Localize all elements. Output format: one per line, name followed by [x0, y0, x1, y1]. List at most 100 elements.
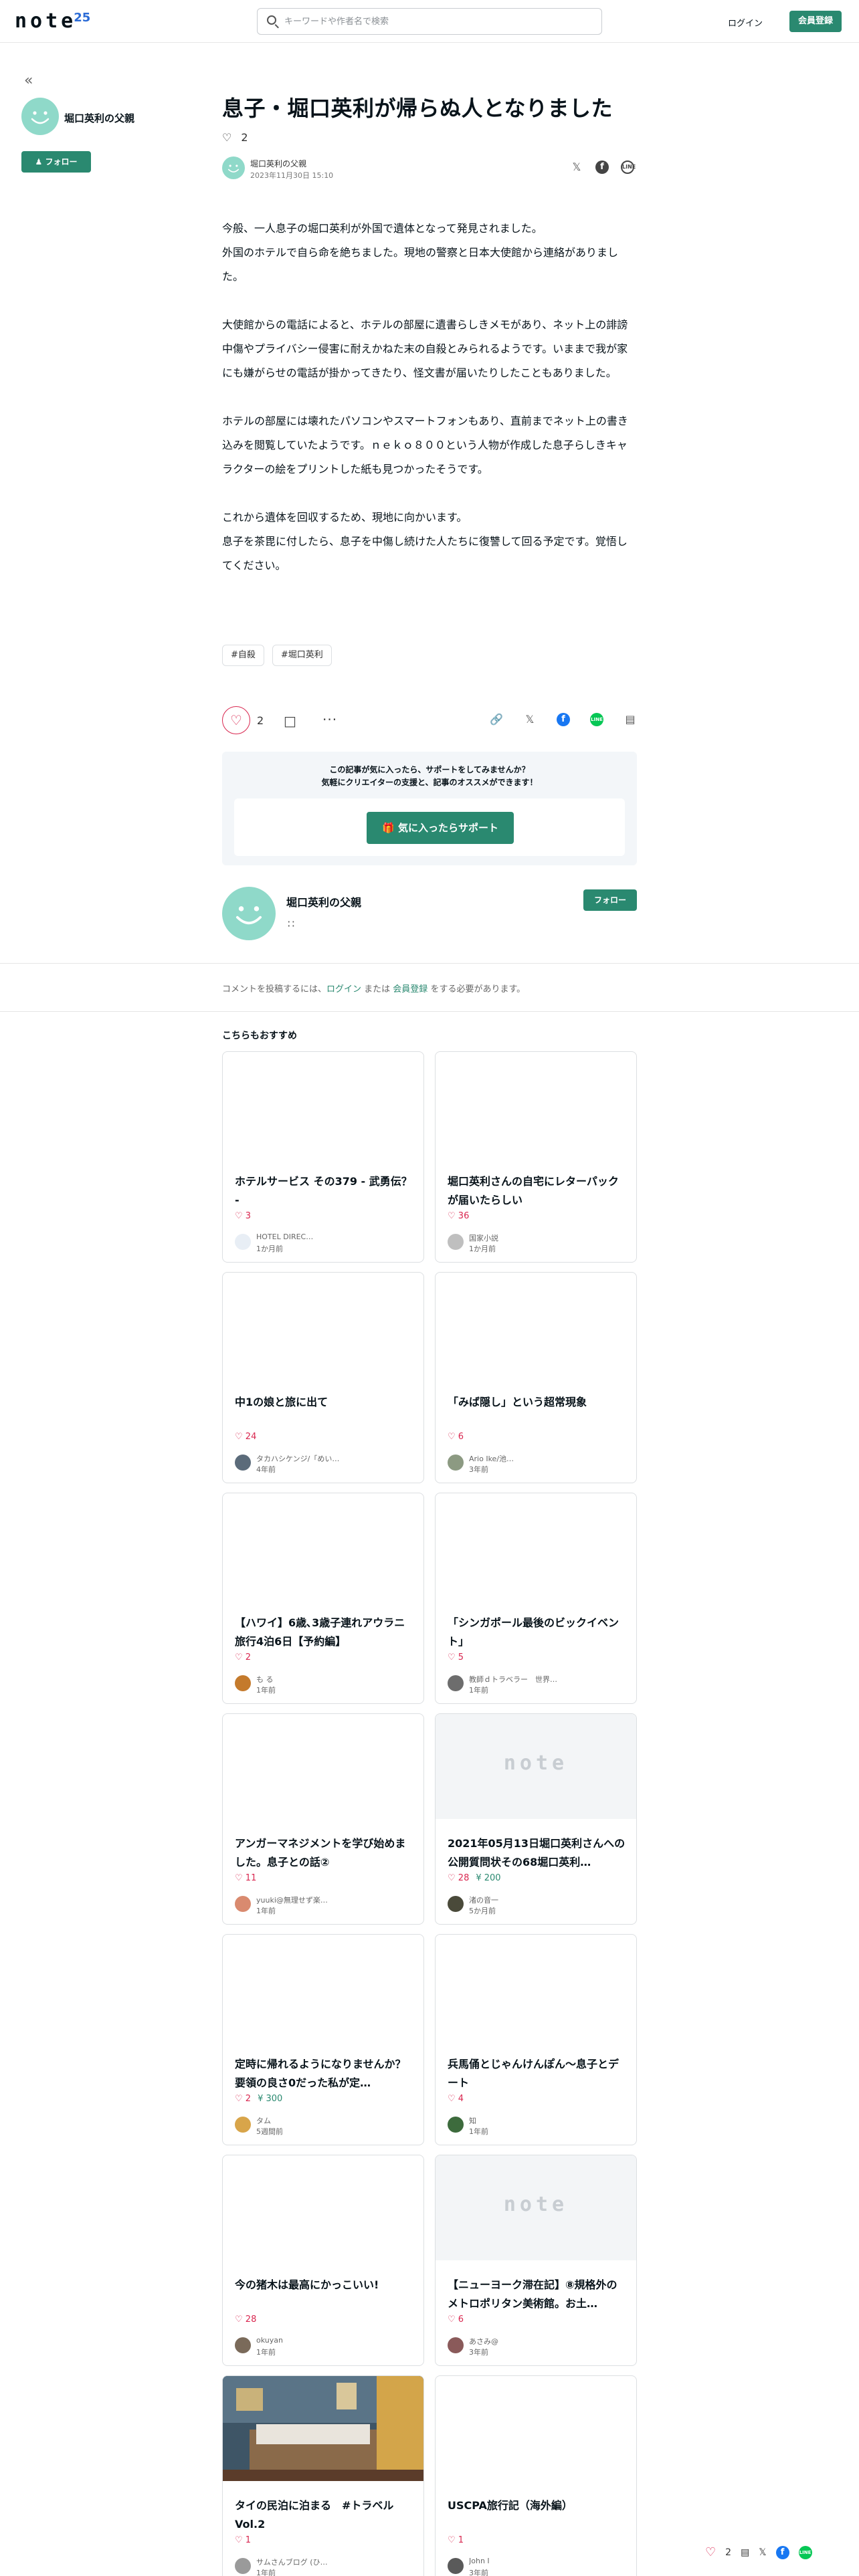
card-stats: ♡ 24 [235, 1432, 256, 1442]
recommend-card[interactable]: 【ハワイ】6歳､3歳子連れアウラニ旅行4泊6日【予約編】 ♡ 2 も る 1年前 [222, 1493, 424, 1704]
card-like-count: 2 [245, 2094, 252, 2104]
heart-icon[interactable]: ♡ [222, 131, 231, 144]
book-icon[interactable]: ▤ [741, 2547, 749, 2558]
card-author-name[interactable]: あさみ@ [469, 2336, 603, 2347]
note-logo-placeholder: note [503, 1751, 569, 1775]
rss-icon[interactable]: ∷ [288, 918, 294, 930]
support-button[interactable]: 🎁 気に入ったらサポート [367, 812, 514, 844]
comment-icon[interactable]: □ [284, 713, 296, 729]
collapse-sidebar-icon[interactable]: « [24, 72, 33, 89]
card-author-avatar[interactable] [448, 1675, 464, 1691]
search-input[interactable] [284, 14, 592, 29]
recommend-card[interactable]: タイの民泊に泊まる #トラベル Vol.2 ♡ 1 サムさんブログ (ひ… 1年前 [222, 2375, 424, 2576]
recommend-card[interactable]: 中1の娘と旅に出て ♡ 24 タカハシケンジ/「めい… 4年前 [222, 1272, 424, 1483]
recommend-card[interactable]: 「みば隠し」という超常現象 ♡ 6 Ario Ike/池… 3年前 [435, 1272, 637, 1483]
logo-anniversary-badge: 25 [74, 11, 91, 25]
recommend-card[interactable]: 「シンガポール最後のビックイベント」 ♡ 5 教師ｄトラベラー 世界… 1年前 [435, 1493, 637, 1704]
card-author-name[interactable]: Ario Ike/池… [469, 1453, 603, 1464]
line-icon[interactable]: LINE [621, 160, 636, 174]
card-author-avatar[interactable] [235, 1234, 251, 1250]
card-author-avatar[interactable] [448, 1234, 464, 1250]
facebook-icon[interactable]: f [557, 713, 570, 726]
x-icon[interactable]: 𝕏 [759, 2547, 766, 2558]
card-author-name[interactable]: 国家小説 [469, 1232, 603, 1243]
card-author-name[interactable]: タム [256, 2115, 390, 2126]
line-icon[interactable]: LINE [798, 2545, 812, 2559]
card-time: 1年前 [469, 2127, 488, 2136]
recommend-card[interactable]: note 2021年05月13日堀口英利さんへの公開質問状その68堀口英利… ♡ 2… [435, 1713, 637, 1925]
author-card-name[interactable]: 堀口英利の父親 [286, 893, 361, 909]
card-like-count: 11 [245, 1873, 257, 1883]
facebook-icon[interactable]: f [595, 160, 609, 174]
card-author-avatar[interactable] [448, 2558, 464, 2574]
link-icon[interactable]: 🔗 [490, 713, 503, 726]
embed-icon[interactable]: ▤ [624, 713, 637, 726]
hashtag[interactable]: #堀口英利 [272, 645, 332, 666]
card-author-name[interactable]: タカハシケンジ/「めい… [256, 1453, 390, 1464]
recommend-card[interactable]: 堀口英利さんの自宅にレターパックが届いたらしい ♡ 36 国家小説 1か月前 [435, 1051, 637, 1263]
like-button[interactable]: ♡ [222, 706, 250, 734]
card-author-name[interactable]: 教師ｄトラベラー 世界… [469, 1674, 603, 1685]
card-title: ホテルサービス その379 - 武勇伝？ - [235, 1175, 412, 1206]
card-time: 1か月前 [256, 1245, 283, 1253]
card-author-name[interactable]: HOTEL DIREC… [256, 1232, 390, 1241]
card-author-avatar[interactable] [235, 1455, 251, 1471]
card-author-name[interactable]: 知 [469, 2115, 603, 2126]
card-author-name[interactable]: okuyan [256, 2336, 390, 2345]
card-author-avatar[interactable] [235, 2337, 251, 2353]
sidebar-author-name[interactable]: 堀口英利の父親 [64, 111, 134, 125]
card-stats: ♡ 2 ¥ 300 [235, 2094, 282, 2104]
recommend-card[interactable]: ホテルサービス その379 - 武勇伝？ - ♡ 3 HOTEL DIREC… 1か月… [222, 1051, 424, 1263]
floating-like-count: 2 [725, 2547, 732, 2558]
card-author-avatar[interactable] [448, 1455, 464, 1471]
card-author-avatar[interactable] [235, 1675, 251, 1691]
x-icon[interactable]: 𝕏 [570, 160, 583, 174]
card-author-name[interactable]: も る [256, 1674, 390, 1685]
card-author-avatar[interactable] [235, 1896, 251, 1912]
card-author-avatar[interactable] [235, 2117, 251, 2133]
support-line-2: 気軽にクリエイターの支援と、記事のオススメができます！ [321, 778, 538, 787]
card-price-value: 300 [266, 2094, 283, 2104]
comment-login-link[interactable]: ログイン [326, 984, 361, 994]
author-card-avatar[interactable] [222, 887, 276, 940]
card-author-name[interactable]: 渚の音一 [469, 1895, 603, 1905]
x-icon[interactable]: 𝕏 [523, 713, 537, 726]
card-title: 今の猪木は最高にかっこいい! [235, 2278, 379, 2291]
sidebar-follow-button[interactable]: ♟ フォロー [21, 151, 91, 173]
card-thumbnail-placeholder: note [436, 1714, 636, 1819]
card-author-name[interactable]: John I [469, 2557, 603, 2565]
article-body: 今般、一人息子の堀口英利が外国で遺体となって発見されました。 外国のホテルで自ら… [222, 217, 637, 602]
card-author-name[interactable]: yuuki@無理せず楽… [256, 1895, 390, 1905]
recommend-card[interactable]: 今の猪木は最高にかっこいい! ♡ 28 okuyan 1年前 [222, 2155, 424, 2366]
card-title: 「シンガポール最後のビックイベント」 [448, 1616, 619, 1648]
search-box[interactable] [257, 8, 602, 35]
signup-button[interactable]: 会員登録 [789, 11, 842, 32]
card-author-avatar[interactable] [235, 2558, 251, 2574]
more-icon[interactable]: ··· [322, 712, 337, 728]
recommend-card[interactable]: 兵馬俑とじゃんけんぽん～息子とデート ♡ 4 知 1年前 [435, 1934, 637, 2145]
card-author-name[interactable]: サムさんブログ (ひ… [256, 2557, 390, 2567]
search-icon [267, 15, 276, 25]
recommend-card[interactable]: 定時に帰れるようになりませんか？要領の良さ0だった私が定… ♡ 2 ¥ 300 タム 5… [222, 1934, 424, 2145]
card-author-avatar[interactable] [448, 2337, 464, 2353]
author-follow-button[interactable]: フォロー [583, 889, 637, 911]
meta-author-name[interactable]: 堀口英利の父親 [250, 158, 306, 169]
heart-icon[interactable]: ♡ [705, 2545, 716, 2559]
comment-signup-link[interactable]: 会員登録 [393, 984, 427, 994]
recommend-card[interactable]: note 【ニューヨーク滞在記】⑧規格外のメトロポリタン美術館。お土… ♡ 6 あさみ… [435, 2155, 637, 2366]
hashtag[interactable]: #自殺 [222, 645, 264, 666]
recommend-card[interactable]: USCPA旅行記（海外編） ♡ 1 John I 3年前 [435, 2375, 637, 2576]
meta-author-avatar[interactable] [222, 156, 245, 179]
note-logo[interactable]: note25 [15, 9, 90, 33]
recommend-card[interactable]: アンガーマネジメントを学び始めました。息子との話② ♡ 11 yuuki@無理せず楽… [222, 1713, 424, 1925]
facebook-icon[interactable]: f [775, 2545, 789, 2559]
card-author-avatar[interactable] [448, 2117, 464, 2133]
line-icon[interactable]: LINE [590, 713, 603, 726]
card-thumbnail-blank [223, 1273, 423, 1378]
heart-icon: ♡ [448, 1432, 458, 1442]
card-price: ¥ 200 [476, 1873, 501, 1883]
login-link[interactable]: ログイン [728, 16, 763, 29]
author-avatar[interactable] [21, 98, 59, 135]
card-author-avatar[interactable] [448, 1896, 464, 1912]
paragraph: 今般、一人息子の堀口英利が外国で遺体となって発見されました。 外国のホテルで自ら… [222, 222, 619, 283]
